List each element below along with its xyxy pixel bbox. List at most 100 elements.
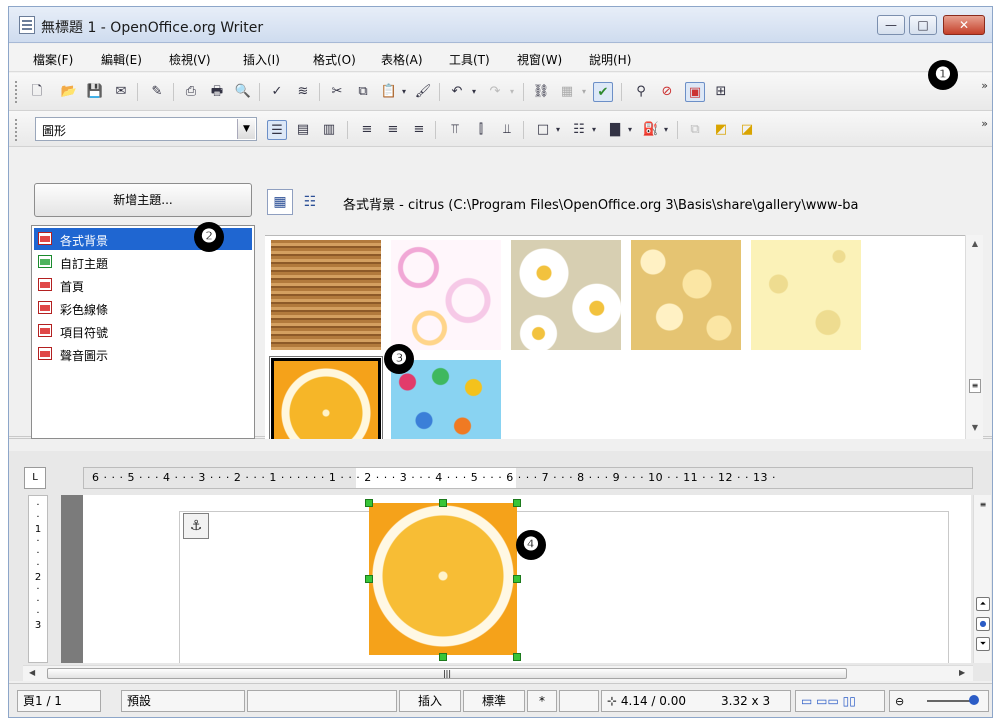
document-page[interactable]: ⚓	[83, 495, 971, 663]
menu-file[interactable]: 檔案(F)	[33, 51, 73, 68]
redo-dropdown-icon[interactable]: ▾	[507, 82, 517, 102]
tab-stop-selector[interactable]: L	[24, 467, 46, 489]
find-replace-icon[interactable]: ⚲	[631, 82, 651, 102]
page-style[interactable]: 預設	[121, 690, 245, 712]
menu-format[interactable]: 格式(O)	[313, 51, 356, 68]
undo-dropdown-icon[interactable]: ▾	[469, 82, 479, 102]
borders-dropdown-icon[interactable]: ▾	[553, 120, 563, 140]
toolbar-grip[interactable]	[15, 81, 18, 103]
thumbnail-wood[interactable]	[271, 240, 381, 350]
thumbnail-citrus[interactable]	[269, 356, 383, 439]
scroll-thumb[interactable]: ≡	[969, 379, 981, 393]
thumbnail-pink-circles[interactable]	[391, 240, 501, 350]
scroll-up-icon[interactable]: ▲	[966, 239, 984, 248]
theme-item[interactable]: 自訂主題	[34, 251, 252, 273]
insert-mode[interactable]: 插入	[399, 690, 461, 712]
thumbnail-daisies[interactable]	[511, 240, 621, 350]
resize-handle[interactable]	[513, 499, 521, 507]
toolbar-overflow-icon[interactable]: »	[981, 79, 988, 92]
border-color-dropdown-icon[interactable]: ▾	[625, 120, 635, 140]
zoom-track[interactable]	[927, 700, 973, 702]
spellcheck-icon[interactable]: ✓	[267, 82, 287, 102]
borders-icon[interactable]: □	[533, 120, 553, 140]
hyperlink-icon[interactable]: ⛓	[531, 82, 551, 102]
data-sources-icon[interactable]: ⊞	[711, 82, 731, 102]
document-horizontal-scrollbar[interactable]: ◀ ||| ▶	[23, 665, 973, 681]
page-wrap-icon[interactable]: ▤	[293, 120, 313, 140]
resize-handle[interactable]	[513, 653, 521, 661]
table-dropdown-icon[interactable]: ▾	[579, 82, 589, 102]
new-theme-button[interactable]: 新增主題...	[34, 183, 252, 217]
open-folder-icon[interactable]: 📂	[59, 82, 79, 102]
copy-icon[interactable]: ⧉	[353, 82, 373, 102]
scroll-up-icon[interactable]: ≡	[976, 499, 990, 513]
align-left-icon[interactable]: ≡	[357, 120, 377, 140]
table-icon[interactable]: ▦	[557, 82, 577, 102]
menu-help[interactable]: 說明(H)	[589, 51, 631, 68]
thumbnail-popcorn[interactable]	[631, 240, 741, 350]
style-select[interactable]: 圖形 ▼	[35, 117, 257, 141]
maximize-button[interactable]: □	[909, 15, 937, 35]
align-top-icon[interactable]: ⫪	[445, 120, 465, 140]
background-color-dropdown-icon[interactable]: ▾	[661, 120, 671, 140]
send-to-back-icon[interactable]: ◪	[737, 120, 757, 140]
gallery-scrollbar[interactable]: ▲ ≡ ▼	[965, 235, 983, 439]
undo-icon[interactable]: ↶	[447, 82, 467, 102]
next-page-icon[interactable]: ⏷	[976, 637, 990, 651]
edit-file-icon[interactable]: ✎	[147, 82, 167, 102]
paste-icon[interactable]: 📋	[379, 82, 399, 102]
new-document-icon[interactable]: 🗋	[27, 82, 47, 102]
scroll-left-icon[interactable]: ◀	[29, 668, 35, 677]
view-layout-buttons[interactable]: ▭ ▭▭ ▯▯	[795, 690, 885, 712]
navigator-icon[interactable]: ⊘	[657, 82, 677, 102]
thumbnail-cheese[interactable]	[751, 240, 861, 350]
zoom-out-icon[interactable]: ⊖	[895, 695, 904, 708]
align-center-icon[interactable]: ≡	[383, 120, 403, 140]
line-style-icon[interactable]: ☷	[569, 120, 589, 140]
page-preview-icon[interactable]: 🔍	[233, 82, 253, 102]
detail-view-icon[interactable]: ☷	[297, 189, 323, 215]
menu-view[interactable]: 檢視(V)	[169, 51, 211, 68]
previous-page-icon[interactable]: ⏶	[976, 597, 990, 611]
align-bottom-icon[interactable]: ⫫	[497, 120, 517, 140]
redo-icon[interactable]: ↷	[485, 82, 505, 102]
scroll-right-icon[interactable]: ▶	[959, 668, 965, 677]
paste-dropdown-icon[interactable]: ▾	[399, 82, 409, 102]
theme-item[interactable]: 聲音圖示	[34, 343, 252, 365]
theme-item[interactable]: 項目符號	[34, 320, 252, 342]
menu-table[interactable]: 表格(A)	[381, 51, 423, 68]
autospellcheck-icon[interactable]: ≋	[293, 82, 313, 102]
resize-handle[interactable]	[365, 499, 373, 507]
theme-item[interactable]: 首頁	[34, 274, 252, 296]
bring-to-front-icon[interactable]: ◩	[711, 120, 731, 140]
align-right-icon[interactable]: ≡	[409, 120, 429, 140]
horizontal-ruler[interactable]: 6 · · · 5 · · · 4 · · · 3 · · · 2 · · · …	[83, 467, 973, 489]
gallery-icon[interactable]: ▣	[685, 82, 705, 102]
page-indicator[interactable]: 頁1 / 1	[17, 690, 101, 712]
save-icon[interactable]: 💾	[85, 82, 105, 102]
navigation-icon[interactable]: ●	[976, 617, 990, 631]
background-color-icon[interactable]: ⛽	[641, 120, 661, 140]
scroll-down-icon[interactable]: ▼	[966, 423, 984, 432]
border-color-icon[interactable]: ▇	[605, 120, 625, 140]
vertical-ruler[interactable]: · · 1 · · · 2 · · · 3	[28, 495, 48, 663]
cut-icon[interactable]: ✂	[327, 82, 347, 102]
close-button[interactable]: ✕	[943, 15, 985, 35]
inserted-citrus-image[interactable]	[369, 503, 517, 655]
frame-properties-icon[interactable]: ⧉	[685, 120, 705, 140]
menu-window[interactable]: 視窗(W)	[517, 51, 562, 68]
print-icon[interactable]: 🖶	[207, 82, 227, 102]
minimize-button[interactable]: —	[877, 15, 905, 35]
line-style-dropdown-icon[interactable]: ▾	[589, 120, 599, 140]
export-pdf-icon[interactable]: ⎙	[181, 82, 201, 102]
document-vertical-scrollbar[interactable]: ≡ ⏶ ● ⏷	[973, 495, 991, 663]
zoom-knob[interactable]	[969, 695, 979, 705]
wrap-through-icon[interactable]: ▥	[319, 120, 339, 140]
thumbnail-candy-dots[interactable]	[391, 360, 501, 439]
wrap-off-icon[interactable]: ☰	[267, 120, 287, 140]
show-draw-functions-icon[interactable]: ✔	[593, 82, 613, 102]
toolbar-overflow-icon[interactable]: »	[981, 117, 988, 130]
resize-handle[interactable]	[513, 575, 521, 583]
align-middle-icon[interactable]: ⫿	[471, 120, 491, 140]
selection-mode[interactable]: 標準	[463, 690, 525, 712]
